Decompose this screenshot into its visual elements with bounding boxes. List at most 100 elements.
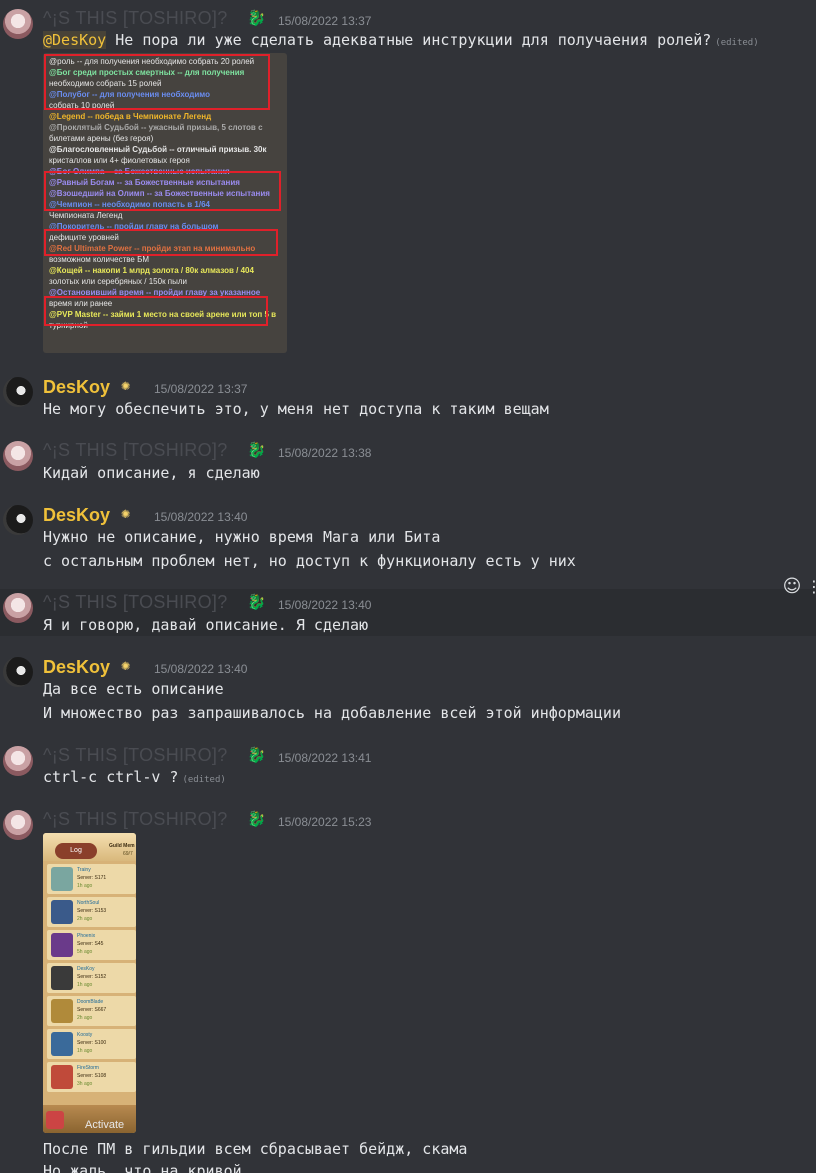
activate-label: Activate bbox=[85, 1119, 125, 1131]
member-avatar bbox=[51, 1065, 73, 1089]
timestamp: 15/08/2022 13:38 bbox=[278, 446, 372, 460]
message-text: Не могу обеспечить это, у меня нет досту… bbox=[43, 400, 549, 418]
timestamp: 15/08/2022 13:37 bbox=[278, 14, 372, 28]
avatar[interactable] bbox=[3, 593, 33, 623]
attachment-image[interactable]: @роль -- для получения необходимо собрат… bbox=[43, 53, 287, 353]
member-ago: 1h ago bbox=[77, 1048, 93, 1054]
member-name: NorthSoul bbox=[77, 900, 100, 906]
avatar[interactable] bbox=[3, 441, 33, 471]
member-ago: 1h ago bbox=[77, 982, 93, 988]
dragon-icon: 🐉 bbox=[247, 810, 266, 828]
member-avatar bbox=[51, 999, 73, 1023]
member-name: DesKoy bbox=[77, 966, 95, 972]
message: ^¡S THIS [TOSHIRO]? 🐉 15/08/2022 13:40 Я… bbox=[0, 589, 816, 636]
member-server: Server: S152 bbox=[77, 974, 107, 980]
avatar[interactable] bbox=[3, 657, 33, 687]
member-name: Trainy bbox=[77, 867, 91, 873]
avatar[interactable] bbox=[3, 746, 33, 776]
highlight-box bbox=[44, 171, 281, 211]
member-server: Server: S171 bbox=[77, 875, 107, 881]
sun-icon: ✺ bbox=[121, 656, 131, 674]
message-text: Но жаль, что на кривой bbox=[43, 1162, 242, 1173]
member-row: Koosty Server: S100 1h ago bbox=[47, 1029, 136, 1059]
member-avatar bbox=[51, 867, 73, 891]
member-ago: 1h ago bbox=[77, 883, 93, 889]
attachment-image[interactable]: Log Guild Mem 69/7 Trainy Server: S171 1h … bbox=[43, 833, 136, 1133]
highlight-box bbox=[44, 54, 270, 110]
member-ago: 3h ago bbox=[77, 1081, 93, 1087]
dragon-icon: 🐉 bbox=[247, 9, 266, 27]
member-ago: 2h ago bbox=[77, 916, 93, 922]
timestamp: 15/08/2022 13:40 bbox=[154, 510, 248, 524]
message: DesKoy ✺ 15/08/2022 13:40 Нужно не описа… bbox=[0, 498, 816, 583]
member-server: Server: S100 bbox=[77, 1040, 107, 1046]
message: ^¡S THIS [TOSHIRO]? 🐉 15/08/2022 13:41 c… bbox=[0, 740, 816, 800]
member-row: DesKoy Server: S152 1h ago bbox=[47, 963, 136, 993]
member-ago: 2h ago bbox=[77, 1015, 93, 1021]
username[interactable]: ^¡S THIS [TOSHIRO]? bbox=[43, 592, 228, 613]
message: DesKoy ✺ 15/08/2022 13:40 Да все есть оп… bbox=[0, 650, 816, 735]
member-avatar bbox=[51, 1032, 73, 1056]
username[interactable]: ^¡S THIS [TOSHIRO]? bbox=[43, 809, 228, 830]
member-row: Trainy Server: S171 1h ago bbox=[47, 864, 136, 894]
member-server: Server: S45 bbox=[77, 941, 104, 947]
username[interactable]: ^¡S THIS [TOSHIRO]? bbox=[43, 440, 228, 461]
timestamp: 15/08/2022 13:40 bbox=[278, 598, 372, 612]
message-text: с остальным проблем нет, но доступ к фун… bbox=[43, 552, 576, 570]
guild-title: Guild Mem bbox=[109, 843, 135, 849]
highlight-box bbox=[44, 296, 268, 326]
game-icon bbox=[46, 1111, 64, 1129]
member-avatar bbox=[51, 933, 73, 957]
edited-label: (edited) bbox=[182, 775, 226, 785]
member-name: Koosty bbox=[77, 1032, 93, 1038]
timestamp: 15/08/2022 13:37 bbox=[154, 382, 248, 396]
message-text: Нужно не описание, нужно время Мага или … bbox=[43, 528, 441, 546]
sun-icon: ✺ bbox=[121, 376, 131, 394]
highlight-box bbox=[44, 229, 278, 256]
sun-icon: ✺ bbox=[121, 504, 131, 522]
more-options-icon[interactable]: ⋮ bbox=[806, 575, 816, 599]
username[interactable]: ^¡S THIS [TOSHIRO]? bbox=[43, 8, 228, 29]
member-ago: 5h ago bbox=[77, 949, 93, 955]
username[interactable]: ^¡S THIS [TOSHIRO]? bbox=[43, 745, 228, 766]
member-row: NorthSoul Server: S153 2h ago bbox=[47, 897, 136, 927]
member-server: Server: S153 bbox=[77, 908, 107, 914]
member-avatar bbox=[51, 966, 73, 990]
message: ^¡S THIS [TOSHIRO]? 🐉 15/08/2022 13:37 @… bbox=[0, 0, 816, 360]
message: DesKoy ✺ 15/08/2022 13:37 Не могу обеспе… bbox=[0, 370, 816, 430]
message-text: ctrl-c ctrl-v ? (edited) bbox=[43, 768, 226, 786]
member-avatar bbox=[51, 900, 73, 924]
timestamp: 15/08/2022 13:41 bbox=[278, 751, 372, 765]
message-text: Да все есть описание bbox=[43, 680, 224, 698]
message: ^¡S THIS [TOSHIRO]? 🐉 15/08/2022 13:38 К… bbox=[0, 434, 816, 494]
member-row: Phoenix Server: S45 5h ago bbox=[47, 930, 136, 960]
add-reaction-icon[interactable]: ☺ bbox=[780, 575, 804, 599]
dragon-icon: 🐉 bbox=[247, 441, 266, 459]
timestamp: 15/08/2022 13:40 bbox=[154, 662, 248, 676]
message-text: После ПМ в гильдии всем сбрасывает бейдж… bbox=[43, 1140, 468, 1158]
message-text: Кидай описание, я сделаю bbox=[43, 464, 260, 482]
timestamp: 15/08/2022 15:23 bbox=[278, 815, 372, 829]
member-name: DoomBlade bbox=[77, 999, 104, 1005]
username[interactable]: DesKoy bbox=[43, 505, 110, 526]
message-text: @DesKoy Не пора ли уже сделать адекватны… bbox=[43, 31, 759, 49]
member-row: DoomBlade Server: S667 2h ago bbox=[47, 996, 136, 1026]
member-row: FireStorm Server: S108 3h ago bbox=[47, 1062, 136, 1092]
dragon-icon: 🐉 bbox=[247, 746, 266, 764]
member-server: Server: S667 bbox=[77, 1007, 107, 1013]
member-name: FireStorm bbox=[77, 1065, 99, 1071]
username[interactable]: DesKoy bbox=[43, 377, 110, 398]
dragon-icon: 🐉 bbox=[247, 593, 266, 611]
username[interactable]: DesKoy bbox=[43, 657, 110, 678]
mention[interactable]: @DesKoy bbox=[43, 31, 107, 49]
avatar[interactable] bbox=[3, 377, 33, 407]
avatar[interactable] bbox=[3, 505, 33, 535]
log-button: Log bbox=[55, 843, 97, 859]
avatar[interactable] bbox=[3, 810, 33, 840]
edited-label: (edited) bbox=[715, 38, 759, 48]
avatar[interactable] bbox=[3, 9, 33, 39]
guild-count: 69/7 bbox=[123, 851, 133, 857]
member-server: Server: S108 bbox=[77, 1073, 107, 1079]
member-name: Phoenix bbox=[77, 933, 96, 939]
message-text: Я и говорю, давай описание. Я сделаю bbox=[43, 616, 369, 634]
